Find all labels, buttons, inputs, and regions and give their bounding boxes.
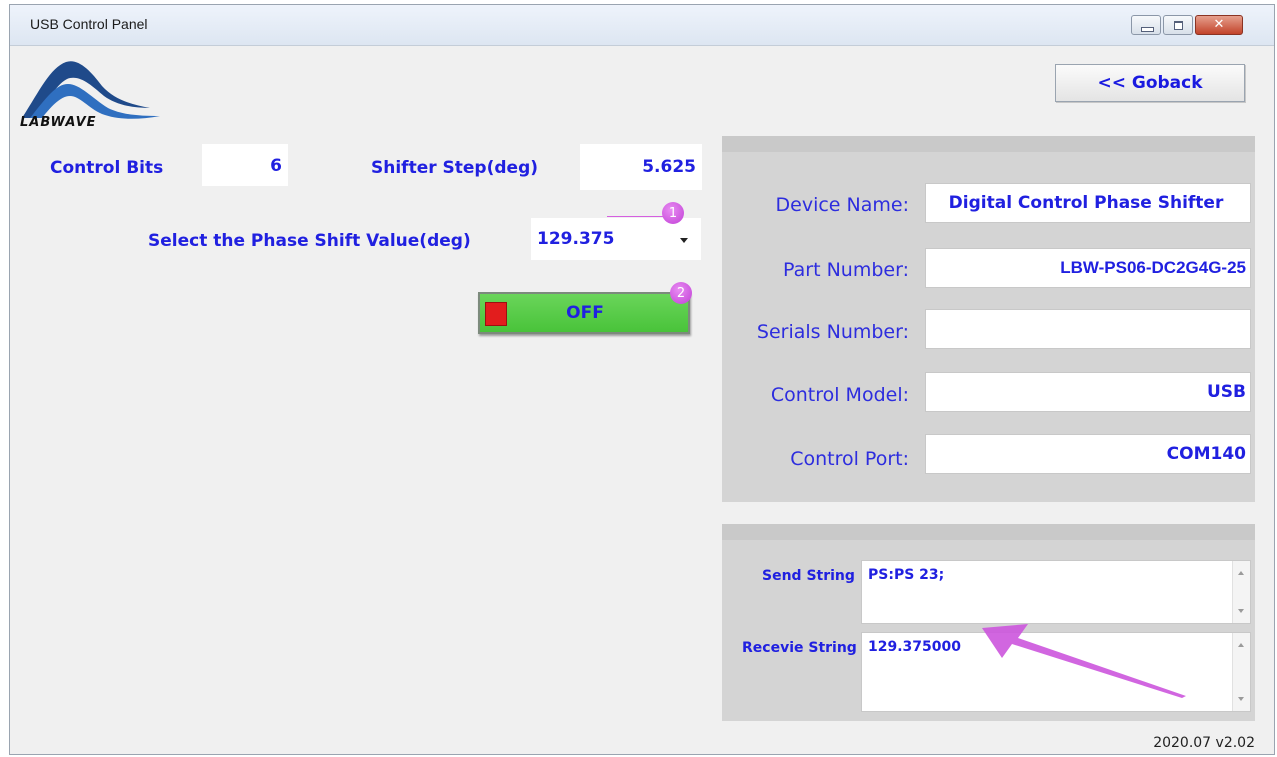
scroll-up-icon[interactable] <box>1238 643 1244 647</box>
version-label: 2020.07 v2.02 <box>1153 735 1255 751</box>
phase-shift-value: 129.375 <box>537 229 615 249</box>
power-toggle-label: OFF <box>566 303 604 323</box>
goback-button[interactable]: << Goback <box>1055 64 1245 102</box>
device-name-field[interactable]: Digital Control Phase Shifter <box>925 183 1251 223</box>
scroll-down-icon[interactable] <box>1238 609 1244 613</box>
control-model-field[interactable]: USB <box>925 372 1251 412</box>
receive-scrollbar[interactable] <box>1232 633 1250 711</box>
maximize-button[interactable] <box>1163 15 1193 35</box>
device-info-panel: Device Name: Digital Control Phase Shift… <box>722 136 1255 502</box>
scroll-up-icon[interactable] <box>1238 571 1244 575</box>
power-toggle-button[interactable]: OFF <box>478 292 690 334</box>
control-port-field[interactable]: COM140 <box>925 434 1251 474</box>
shifter-step-label: Shifter Step(deg) <box>371 158 539 178</box>
chevron-down-icon[interactable] <box>680 238 688 243</box>
minimize-button[interactable] <box>1131 15 1161 35</box>
annotation-underline <box>607 216 669 217</box>
send-string-value: PS:PS 23; <box>868 567 945 583</box>
control-port-label: Control Port: <box>790 448 909 470</box>
receive-string-value: 129.375000 <box>868 639 961 655</box>
control-bits-field[interactable]: 6 <box>202 144 288 186</box>
send-string-label: Send String <box>762 568 855 584</box>
annotation-arrow-icon <box>982 624 1186 698</box>
phase-shift-label: Select the Phase Shift Value(deg) <box>148 231 471 251</box>
part-number-field[interactable]: LBW-PS06-DC2G4G-25 <box>925 248 1251 288</box>
shifter-step-field[interactable]: 5.625 <box>580 144 702 190</box>
send-string-field[interactable]: PS:PS 23; <box>861 560 1251 624</box>
annotation-badge-2: 2 <box>670 282 692 304</box>
send-scrollbar[interactable] <box>1232 561 1250 623</box>
part-number-label: Part Number: <box>783 259 909 281</box>
window-title: USB Control Panel <box>30 16 148 32</box>
device-name-label: Device Name: <box>775 194 909 216</box>
annotation-badge-1: 1 <box>662 202 684 224</box>
scroll-down-icon[interactable] <box>1238 697 1244 701</box>
logo-text: LABWAVE <box>20 115 97 130</box>
serials-number-field[interactable] <box>925 309 1251 349</box>
control-model-label: Control Model: <box>770 384 909 406</box>
serials-number-label: Serials Number: <box>756 321 909 343</box>
control-bits-label: Control Bits <box>50 158 164 178</box>
phase-shift-select[interactable]: 129.375 <box>531 218 701 260</box>
close-icon: ✕ <box>1213 17 1225 32</box>
status-led-icon <box>485 302 507 326</box>
receive-string-label: Recevie String <box>742 640 857 656</box>
close-button[interactable]: ✕ <box>1195 15 1243 35</box>
title-bar[interactable]: USB Control Panel ✕ <box>10 5 1274 46</box>
